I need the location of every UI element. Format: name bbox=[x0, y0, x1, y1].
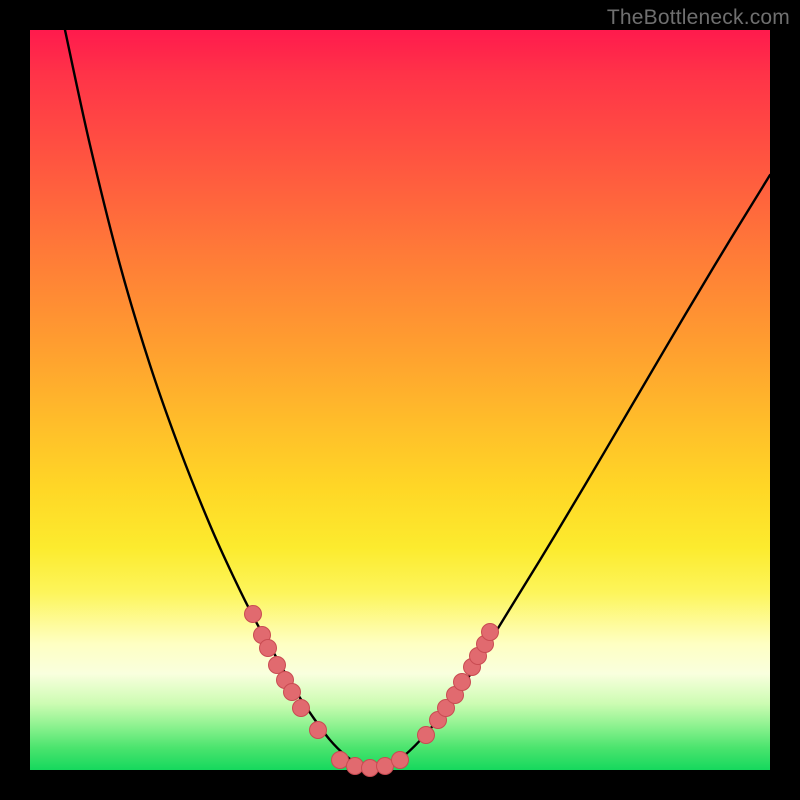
sample-dot bbox=[245, 606, 262, 623]
sample-dot bbox=[293, 700, 310, 717]
sample-dot bbox=[454, 674, 471, 691]
sample-dot bbox=[482, 624, 499, 641]
sample-dot bbox=[310, 722, 327, 739]
sample-dots bbox=[245, 606, 499, 777]
watermark-text: TheBottleneck.com bbox=[607, 6, 790, 30]
sample-dot bbox=[392, 752, 409, 769]
bottleneck-curve bbox=[65, 30, 770, 768]
sample-dot bbox=[260, 640, 277, 657]
sample-dot bbox=[362, 760, 379, 777]
chart-overlay bbox=[30, 30, 770, 770]
sample-dot bbox=[377, 758, 394, 775]
sample-dot bbox=[332, 752, 349, 769]
sample-dot bbox=[269, 657, 286, 674]
sample-dot bbox=[284, 684, 301, 701]
sample-dot bbox=[347, 758, 364, 775]
sample-dot bbox=[418, 727, 435, 744]
chart-frame: TheBottleneck.com bbox=[0, 0, 800, 800]
